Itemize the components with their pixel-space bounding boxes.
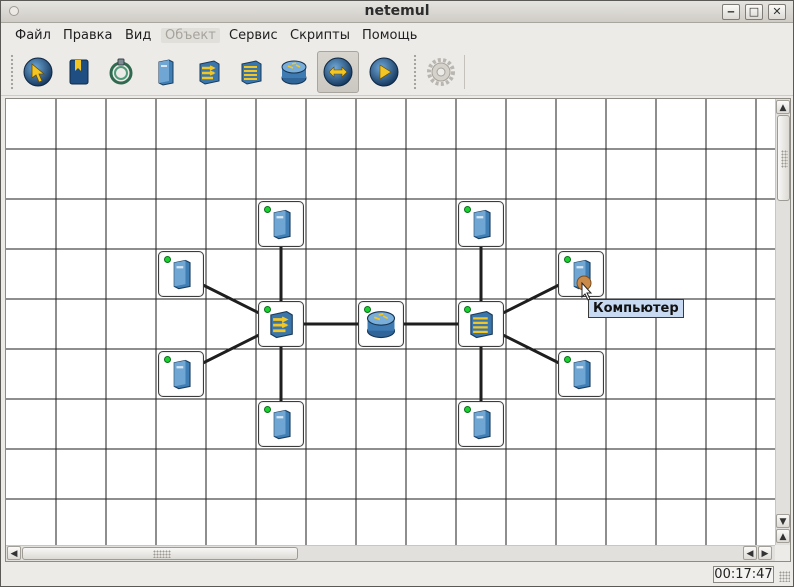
computer-node[interactable] <box>558 351 604 397</box>
computer-node[interactable] <box>158 251 204 297</box>
play-tool-button[interactable] <box>363 51 405 93</box>
router-tool-button[interactable] <box>273 51 315 93</box>
scroll-down-button[interactable]: ▼ <box>776 514 790 528</box>
status-led <box>464 306 471 313</box>
select-tool-button[interactable] <box>17 51 59 93</box>
computer-node[interactable] <box>158 351 204 397</box>
select-arrow-icon <box>23 57 53 87</box>
menu-edit[interactable]: Правка <box>63 28 112 43</box>
status-led <box>264 306 271 313</box>
menu-file[interactable]: Файл <box>15 28 51 43</box>
scroll-left-button[interactable]: ◀ <box>7 546 21 560</box>
hub-icon <box>199 60 220 85</box>
computer-node[interactable] <box>458 201 504 247</box>
menu-scripts[interactable]: Скрипты <box>290 28 350 43</box>
scene-view[interactable]: Компьютер ▲ ▼ ▲ ◀ ◀ ▶ <box>5 98 791 562</box>
menu-bar: Файл Правка Вид Объект Сервис Скрипты По… <box>1 24 793 48</box>
horizontal-scrollbar[interactable]: ◀ ◀ ▶ <box>6 545 775 561</box>
status-led <box>264 206 271 213</box>
cable-icon <box>109 58 133 85</box>
status-led <box>464 406 471 413</box>
status-led <box>464 206 471 213</box>
menu-object[interactable]: Объект <box>161 28 220 43</box>
hub-tool-button[interactable] <box>188 51 230 93</box>
computer-node[interactable] <box>258 401 304 447</box>
scroll-right-button[interactable]: ▶ <box>758 546 772 560</box>
cable-tool-button[interactable] <box>100 51 142 93</box>
toolbar-grip[interactable] <box>10 54 14 90</box>
status-led <box>264 406 271 413</box>
computer-icon <box>158 59 174 86</box>
send-icon <box>323 57 353 87</box>
settings-gear-icon <box>427 58 455 86</box>
status-led <box>164 356 171 363</box>
note-tool-button[interactable] <box>58 51 100 93</box>
horizontal-scroll-thumb[interactable] <box>22 547 298 560</box>
status-led <box>164 256 171 263</box>
switch-icon <box>241 60 262 85</box>
app-window: netemul ‒ □ ✕ Файл Правка Вид Объект Сер… <box>0 0 794 587</box>
settings-tool-button[interactable] <box>420 51 462 93</box>
minimize-button[interactable]: ‒ <box>722 4 740 20</box>
menu-view[interactable]: Вид <box>125 28 151 43</box>
window-title: netemul <box>364 3 430 19</box>
status-led <box>364 306 371 313</box>
note-icon <box>69 59 89 85</box>
status-led <box>564 256 571 263</box>
scroll-down-button-2[interactable]: ▲ <box>776 529 790 543</box>
toolbar-grip-2[interactable] <box>413 54 417 90</box>
vertical-scrollbar[interactable]: ▲ ▼ ▲ <box>775 99 790 545</box>
tooltip: Компьютер <box>588 299 684 318</box>
title-bar[interactable]: netemul ‒ □ ✕ <box>1 1 793 23</box>
send-tool-button[interactable] <box>317 51 359 93</box>
toolbar-separator <box>464 55 465 89</box>
scroll-left-button-2[interactable]: ◀ <box>743 546 757 560</box>
close-button[interactable]: ✕ <box>768 4 786 20</box>
switch-tool-button[interactable] <box>230 51 272 93</box>
scroll-up-button[interactable]: ▲ <box>776 100 790 114</box>
menu-help[interactable]: Помощь <box>362 28 417 43</box>
menu-service[interactable]: Сервис <box>229 28 278 43</box>
computer-node[interactable] <box>458 401 504 447</box>
status-bar: 00:17:47 <box>1 563 793 586</box>
router-node[interactable] <box>358 301 404 347</box>
clock-display: 00:17:47 <box>713 566 774 583</box>
router-icon <box>281 60 307 85</box>
vertical-scroll-thumb[interactable] <box>777 115 790 201</box>
hub-node[interactable] <box>258 301 304 347</box>
resize-grip[interactable] <box>779 571 790 582</box>
scroll-corner <box>775 545 790 561</box>
toolbar <box>1 49 793 96</box>
status-led <box>564 356 571 363</box>
switch-node[interactable] <box>458 301 504 347</box>
computer-node[interactable] <box>258 201 304 247</box>
play-icon <box>369 57 399 87</box>
network-canvas[interactable]: Компьютер <box>6 99 775 545</box>
computer-tool-button[interactable] <box>144 51 186 93</box>
hand-cursor-icon <box>576 275 593 301</box>
maximize-button[interactable]: □ <box>745 4 763 20</box>
